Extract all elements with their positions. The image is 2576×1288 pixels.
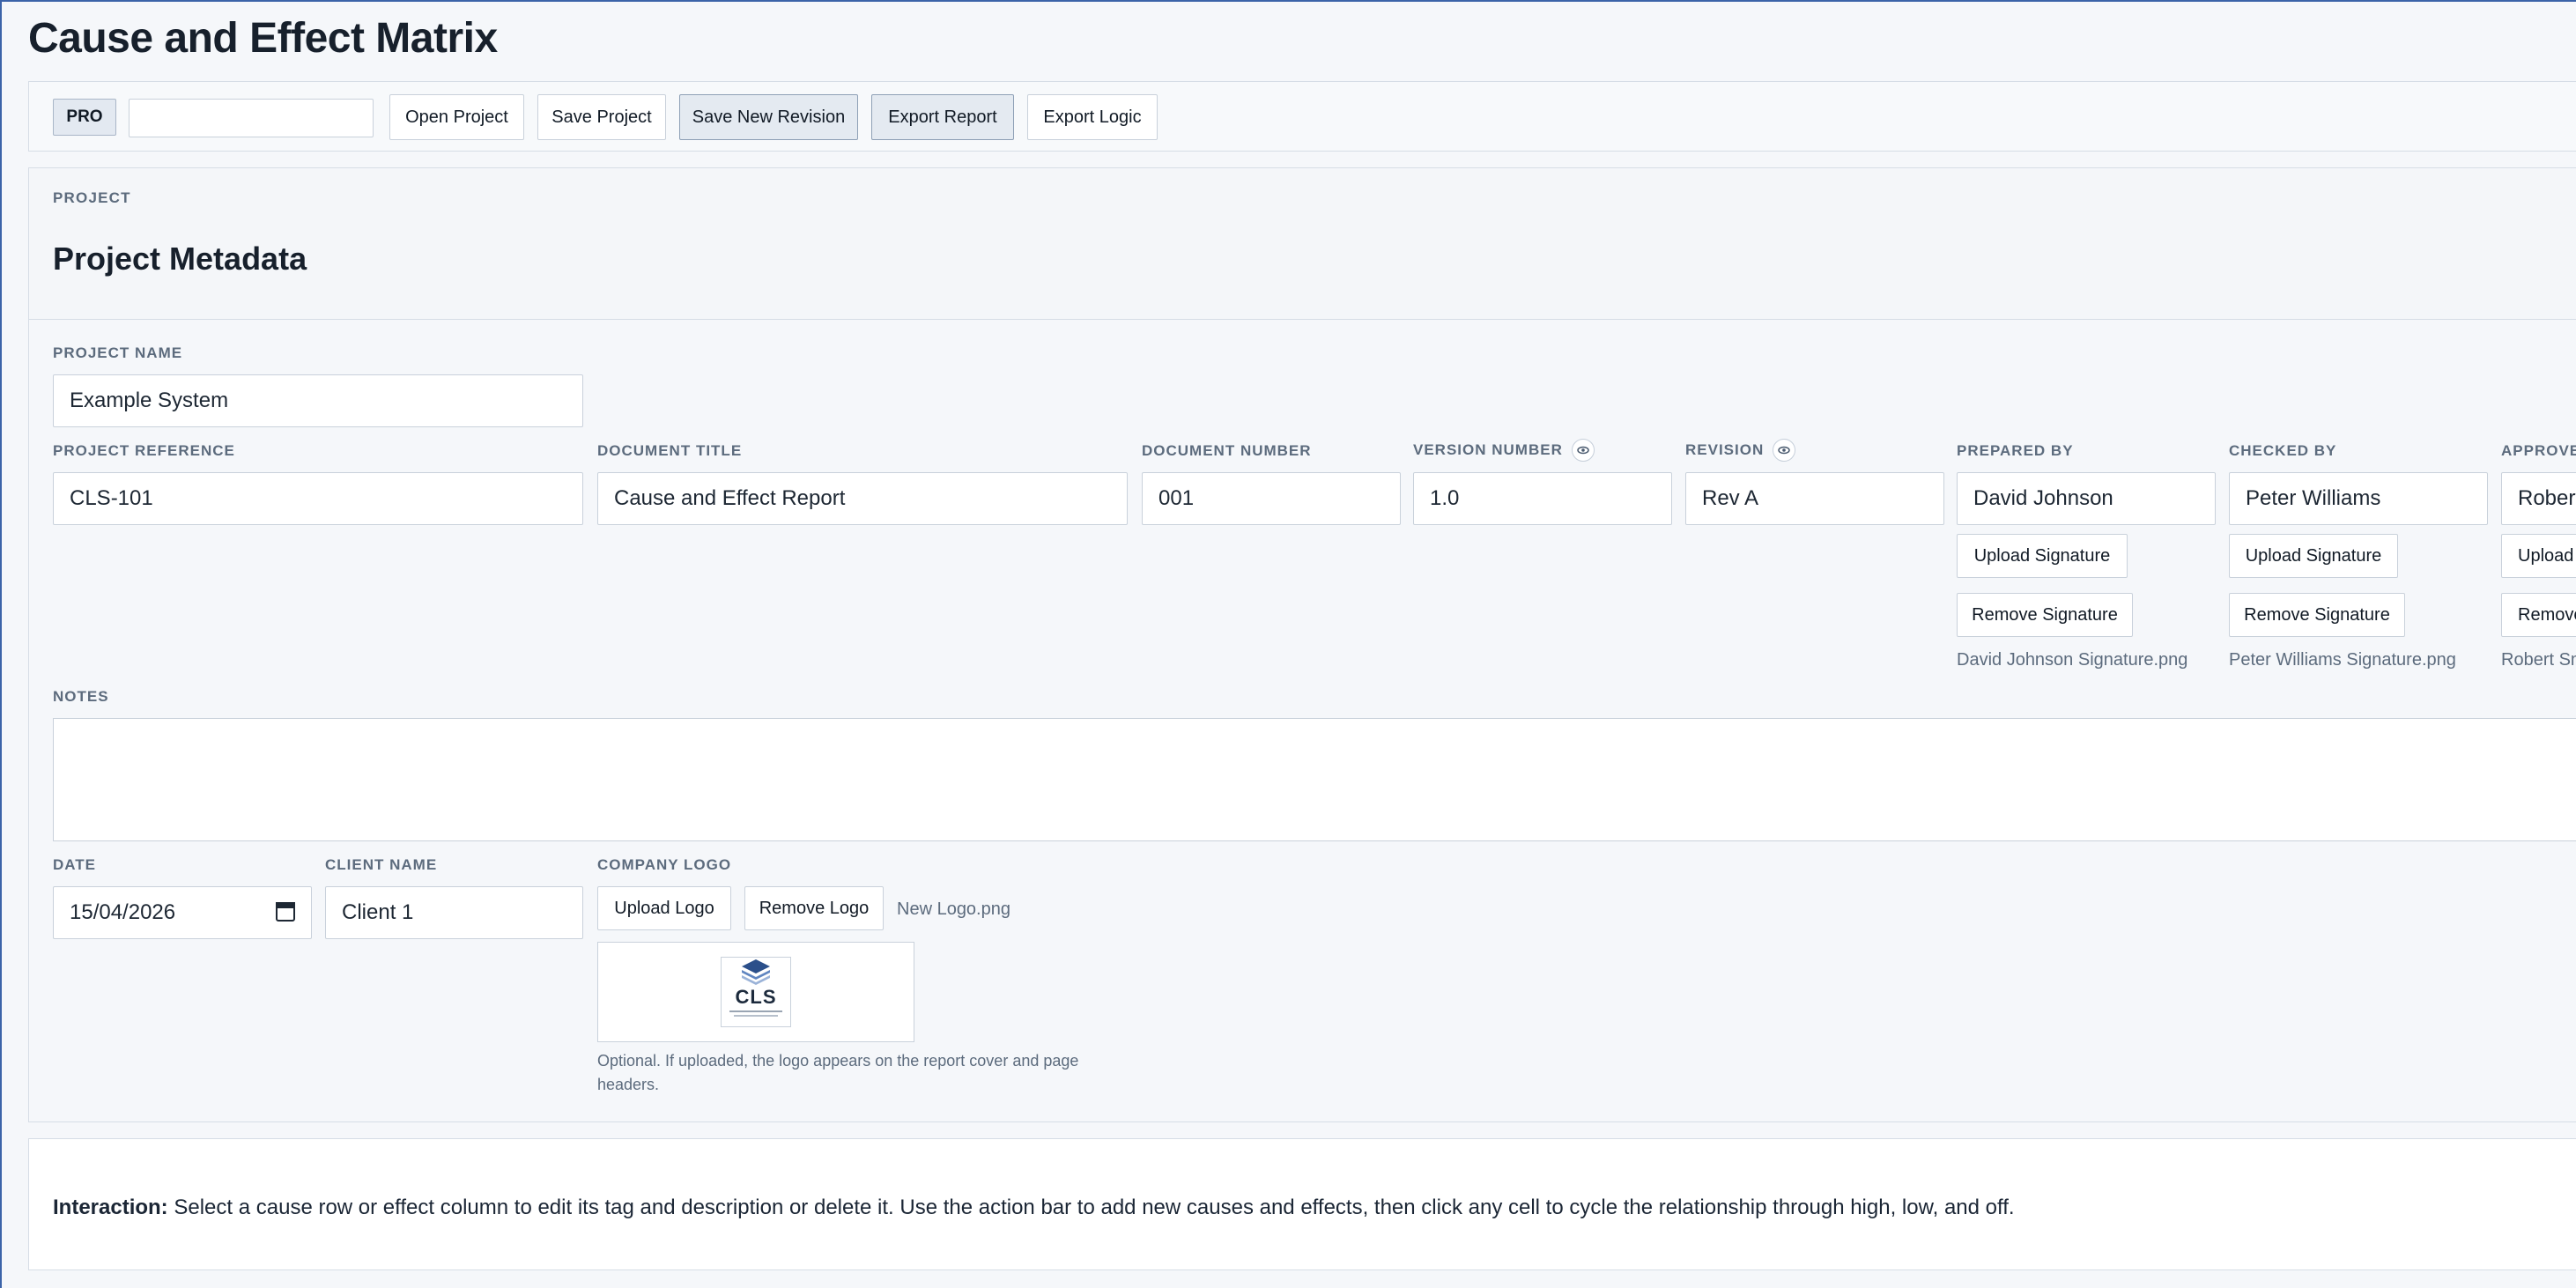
panel-eyebrow: PROJECT: [53, 189, 131, 206]
project-reference-label: PROJECT REFERENCE: [53, 442, 235, 459]
save-new-revision-button[interactable]: Save New Revision: [679, 94, 858, 140]
version-number-label: VERSION NUMBER: [1413, 441, 1563, 458]
version-number-field[interactable]: 1.0: [1413, 472, 1672, 525]
approved-by-signature-file: Robert Sm: [2501, 650, 2576, 670]
app-title: Cause and Effect Matrix: [28, 15, 498, 62]
logo-preview: CLS: [597, 942, 914, 1042]
logo-file-name: New Logo.png: [897, 899, 1010, 919]
toolbar-input[interactable]: [129, 99, 374, 137]
checked-by-upload-signature-button[interactable]: Upload Signature: [2229, 534, 2398, 578]
eye-icon[interactable]: [1571, 439, 1595, 462]
prepared-by-field[interactable]: David Johnson: [1957, 472, 2216, 525]
date-value: 15/04/2026: [70, 900, 176, 924]
project-metadata-panel: PROJECT Project Metadata PROJECT NAME Ex…: [28, 167, 2576, 1122]
prepared-by-upload-signature-button[interactable]: Upload Signature: [1957, 534, 2128, 578]
notes-label: NOTES: [53, 688, 109, 705]
revision-label: REVISION: [1685, 441, 1765, 458]
project-name-label: PROJECT NAME: [53, 344, 183, 361]
checked-by-signature-file: Peter Williams Signature.png: [2229, 650, 2456, 670]
document-number-field[interactable]: 001: [1142, 472, 1401, 525]
date-field[interactable]: 15/04/2026: [53, 886, 312, 939]
document-number-label: DOCUMENT NUMBER: [1142, 442, 1312, 459]
checked-by-field[interactable]: Peter Williams: [2229, 472, 2488, 525]
logo-text: CLS: [735, 986, 777, 1008]
approved-by-remove-signature-button[interactable]: Remove: [2501, 593, 2576, 637]
logo-help-text: Optional. If uploaded, the logo appears …: [597, 1052, 1079, 1093]
client-name-label: CLIENT NAME: [325, 856, 438, 873]
checked-by-remove-signature-button[interactable]: Remove Signature: [2229, 593, 2405, 637]
revision-field[interactable]: Rev A: [1685, 472, 1944, 525]
interaction-panel: Interaction: Select a cause row or effec…: [28, 1138, 2576, 1270]
upload-logo-button[interactable]: Upload Logo: [597, 886, 731, 930]
prepared-by-remove-signature-button[interactable]: Remove Signature: [1957, 593, 2133, 637]
export-report-button[interactable]: Export Report: [871, 94, 1014, 140]
save-project-button[interactable]: Save Project: [537, 94, 666, 140]
remove-logo-button[interactable]: Remove Logo: [744, 886, 884, 930]
document-title-field[interactable]: Cause and Effect Report: [597, 472, 1128, 525]
prepared-by-signature-file: David Johnson Signature.png: [1957, 650, 2188, 670]
project-reference-field[interactable]: CLS-101: [53, 472, 583, 525]
logo-line: [729, 1010, 782, 1012]
interaction-lead: Interaction:: [53, 1195, 168, 1219]
calendar-icon[interactable]: [276, 902, 295, 922]
open-project-button[interactable]: Open Project: [389, 94, 524, 140]
company-logo-label: COMPANY LOGO: [597, 856, 732, 873]
panel-title: Project Metadata: [53, 241, 307, 277]
interaction-description: Select a cause row or effect column to e…: [167, 1195, 2015, 1219]
document-title-label: DOCUMENT TITLE: [597, 442, 743, 459]
approved-by-label: APPROVEI: [2501, 442, 2576, 459]
eye-icon[interactable]: [1773, 439, 1796, 462]
company-logo-image: CLS: [721, 957, 791, 1027]
project-name-field[interactable]: Example System: [53, 374, 583, 427]
checked-by-label: CHECKED BY: [2229, 442, 2337, 459]
notes-textarea[interactable]: [53, 718, 2576, 841]
export-logic-button[interactable]: Export Logic: [1027, 94, 1158, 140]
revision-label-group: REVISION: [1685, 439, 1796, 462]
layers-icon: [742, 959, 770, 985]
prepared-by-label: PREPARED BY: [1957, 442, 2074, 459]
interaction-text: Interaction: Select a cause row or effec…: [53, 1195, 2015, 1220]
client-name-field[interactable]: Client 1: [325, 886, 583, 939]
logo-line: [734, 1015, 778, 1017]
approved-by-field[interactable]: Robert: [2501, 472, 2576, 525]
pro-badge: PRO: [53, 99, 116, 136]
approved-by-upload-signature-button[interactable]: Upload: [2501, 534, 2576, 578]
panel-header: PROJECT Project Metadata: [29, 168, 2576, 320]
toolbar: PRO Open Project Save Project Save New R…: [28, 81, 2576, 152]
version-number-label-group: VERSION NUMBER: [1413, 439, 1595, 462]
date-label: DATE: [53, 856, 97, 873]
